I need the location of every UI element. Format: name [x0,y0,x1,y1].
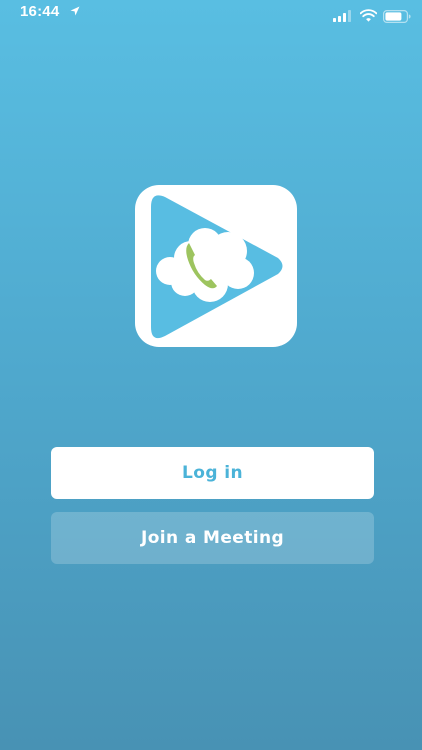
join-meeting-label: Join a Meeting [140,528,285,548]
wifi-icon [360,9,377,22]
battery-icon [383,10,411,23]
join-meeting-button[interactable]: Join a Meeting [51,512,374,564]
log-in-label: Log in [182,463,243,483]
log-in-button[interactable]: Log in [51,447,374,499]
status-bar: 16:44 [0,0,422,28]
status-time: 16:44 [20,3,60,20]
app-logo-icon [135,185,297,347]
cellular-signal-icon [333,10,351,22]
location-arrow-icon [70,6,80,16]
